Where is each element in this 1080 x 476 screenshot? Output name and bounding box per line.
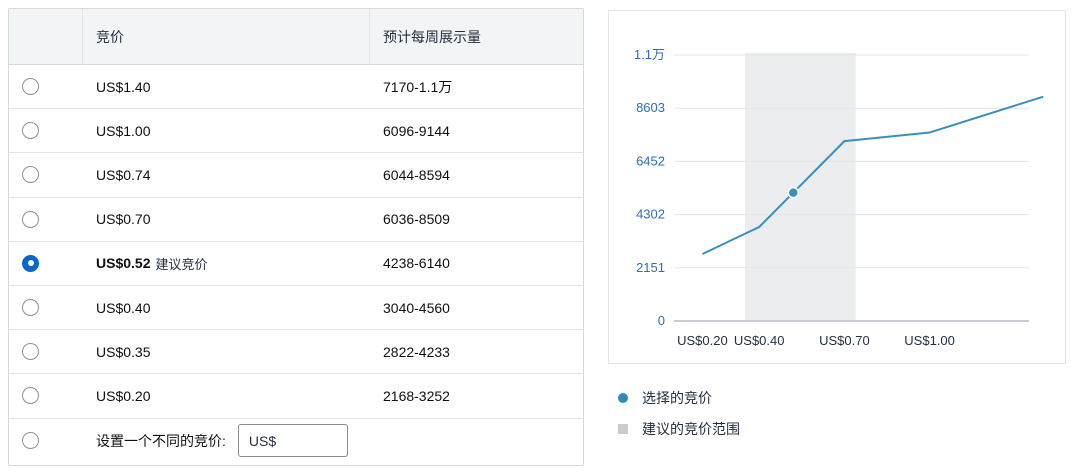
selected-bid-marker-icon [618, 392, 628, 403]
custom-bid-label: 设置一个不同的竞价: [96, 432, 226, 449]
y-tick-label: 2151 [636, 260, 665, 275]
y-tick-label: 4302 [636, 207, 665, 222]
table-row[interactable]: US$1.40 7170-1.1万 [9, 65, 583, 110]
bid-radio[interactable] [22, 122, 39, 140]
y-tick-label: 1.1万 [634, 47, 665, 62]
table-row[interactable]: US$0.74 6044-8594 [9, 153, 583, 198]
x-tick-label: US$0.20 [677, 333, 728, 348]
suggested-range-band [745, 53, 856, 321]
custom-bid-radio[interactable] [22, 432, 39, 450]
bid-radio[interactable] [22, 210, 39, 228]
bid-value: US$1.00 [96, 122, 151, 139]
bid-radio[interactable] [22, 166, 39, 184]
table-header: 竞价 预计每周展示量 [9, 9, 583, 65]
x-tick-label: US$1.00 [904, 333, 955, 348]
suggested-range-swatch-icon [618, 423, 628, 434]
bid-value: US$0.20 [96, 387, 151, 404]
bid-radio[interactable] [22, 78, 39, 96]
custom-bid-row[interactable]: 设置一个不同的竞价: US$ [9, 419, 583, 463]
custom-bid-input[interactable]: US$ [237, 424, 348, 458]
table-row[interactable]: US$0.20 2168-3252 [9, 374, 583, 419]
table-row[interactable]: US$0.35 2822-4233 [9, 330, 583, 375]
chart-legend: 选择的竞价 建议的竞价范围 [616, 388, 740, 450]
y-tick-label: 0 [658, 313, 665, 328]
table-row[interactable]: US$0.40 3040-4560 [9, 286, 583, 331]
bid-value: US$1.40 [96, 78, 151, 95]
impressions-value: 2168-3252 [383, 387, 450, 404]
bid-value: US$0.40 [96, 299, 151, 316]
impressions-value: 4238-6140 [383, 255, 450, 272]
bid-value: US$0.52 [96, 255, 151, 272]
legend-suggested-range-label: 建议的竞价范围 [642, 420, 740, 437]
bid-radio[interactable] [22, 299, 39, 317]
bid-value: US$0.70 [96, 211, 151, 228]
impressions-value: 6096-9144 [383, 122, 450, 139]
impressions-value: 6044-8594 [383, 166, 450, 183]
bid-radio[interactable] [22, 343, 39, 361]
legend-selected-bid-label: 选择的竞价 [642, 389, 712, 406]
header-bid: 竞价 [83, 9, 370, 65]
bid-table: 竞价 预计每周展示量 US$1.40 7170-1.1万 US$1.00 609… [8, 8, 584, 466]
header-impressions: 预计每周展示量 [383, 28, 481, 45]
table-row[interactable]: US$1.00 6096-9144 [9, 109, 583, 154]
y-tick-label: 6452 [636, 153, 665, 168]
x-tick-label: US$0.70 [819, 333, 870, 348]
bid-value: US$0.74 [96, 166, 151, 183]
x-tick-label: US$0.40 [734, 333, 785, 348]
suggested-bid-tag: 建议竞价 [155, 256, 208, 272]
bid-radio[interactable] [22, 387, 39, 405]
legend-selected-bid: 选择的竞价 [616, 388, 740, 407]
chart-svg: 0 2151 4302 6452 8603 1.1万 US$0.20 US$0.40 US$0.… [634, 47, 1044, 348]
selected-bid-point [787, 186, 800, 199]
y-tick-label: 8603 [636, 100, 665, 115]
impressions-value: 6036-8509 [383, 211, 450, 228]
table-row-suggested[interactable]: US$0.52 建议竞价 4238-6140 [9, 242, 583, 286]
impressions-value: 3040-4560 [383, 299, 450, 316]
legend-suggested-range: 建议的竞价范围 [616, 419, 740, 438]
table-row[interactable]: US$0.70 6036-8509 [9, 198, 583, 242]
bid-value: US$0.35 [96, 343, 151, 360]
impressions-chart: 0 2151 4302 6452 8603 1.1万 US$0.20 US$0.40 US$0.… [608, 10, 1066, 364]
bid-radio-selected[interactable] [22, 254, 39, 272]
impressions-value: 2822-4233 [383, 343, 450, 360]
header-radio-column [9, 9, 83, 65]
impressions-value: 7170-1.1万 [383, 78, 453, 95]
